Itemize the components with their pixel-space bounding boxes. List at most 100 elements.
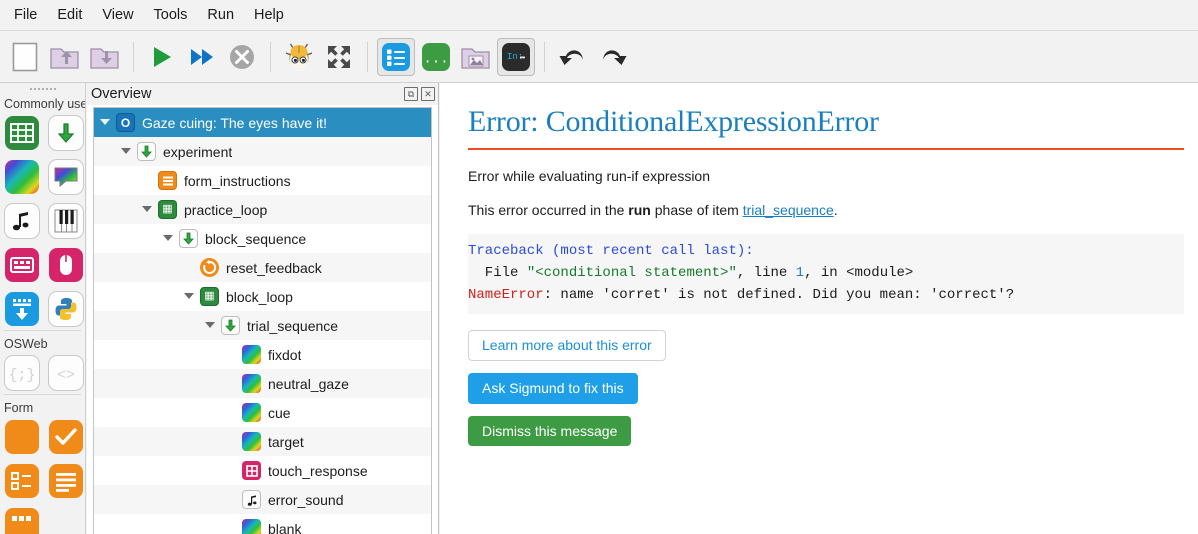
expander-open-icon[interactable] — [121, 146, 132, 157]
debug-button[interactable] — [280, 38, 318, 76]
expand-button[interactable] — [320, 38, 358, 76]
sketchpad-rainbow-icon — [242, 374, 261, 393]
expander-open-icon[interactable] — [100, 117, 111, 128]
new-file-button[interactable] — [6, 38, 44, 76]
palette-item-mouse-response[interactable] — [48, 247, 84, 283]
traceback-exception-type: NameError — [468, 286, 544, 303]
run-in-window-button[interactable] — [183, 38, 221, 76]
tree-item-block-sequence[interactable]: block_sequence — [94, 224, 431, 253]
tree-item-block-loop[interactable]: ▦ block_loop — [94, 282, 431, 311]
palette-group-osweb: {;} <> — [0, 355, 85, 391]
palette-item-form-base[interactable] — [4, 419, 40, 455]
menu-help[interactable]: Help — [244, 4, 294, 27]
file-pool-button[interactable] — [457, 38, 495, 76]
palette-item-logger[interactable] — [4, 291, 40, 327]
green-play-icon — [154, 46, 171, 67]
toggle-overview-button[interactable] — [377, 37, 415, 76]
menu-run[interactable]: Run — [197, 4, 244, 27]
open-file-button[interactable] — [46, 38, 84, 76]
dismiss-message-button[interactable]: Dismiss this message — [468, 415, 632, 447]
stop-button[interactable] — [223, 38, 261, 76]
palette-item-sketchpad[interactable] — [4, 159, 40, 195]
sketchpad-rainbow-icon — [242, 432, 261, 451]
variable-inspector-button[interactable]: [...] — [417, 38, 455, 76]
run-fullscreen-button[interactable] — [143, 38, 181, 76]
palette-item-inline-javascript[interactable]: {;} — [4, 355, 40, 391]
traceback-line-number: 1 — [795, 264, 805, 281]
tree-item-trial-sequence[interactable]: trial_sequence — [94, 311, 431, 340]
undo-arrow-icon — [559, 49, 583, 65]
traceback-line-2-mid: , line — [736, 264, 796, 281]
tree-item-touch-response[interactable]: touch_response — [94, 456, 431, 485]
tree-item-label: neutral_gaze — [268, 375, 349, 392]
opensesame-logo-icon: O — [116, 113, 135, 132]
palette-item-form-multiple-choice[interactable] — [4, 463, 40, 499]
keyboard-icon — [5, 248, 39, 282]
tree-item-reset-feedback[interactable]: reset_feedback — [94, 253, 431, 282]
tree-item-target[interactable]: target — [94, 427, 431, 456]
palette-section-header-osweb: OSWeb — [4, 337, 48, 351]
palette-item-inline-html[interactable]: <> — [48, 355, 84, 391]
svg-text:<>: <> — [57, 367, 75, 384]
logger-download-icon — [5, 292, 39, 326]
error-actions: Learn more about this error Ask Sigmund … — [468, 329, 1184, 447]
expander-open-icon[interactable] — [142, 204, 153, 215]
error-summary: Error while evaluating run-if expression — [468, 168, 710, 184]
palette-item-form-text-input[interactable] — [4, 507, 40, 534]
palette-group-commonly-used — [0, 115, 85, 327]
tree-item-gaze-cuing-the-eyes-have-it[interactable]: O Gaze cuing: The eyes have it! — [94, 108, 431, 137]
palette-divider — [4, 394, 81, 395]
sequence-down-arrow-icon — [221, 316, 240, 335]
traceback-line-1: Traceback (most recent call last): — [468, 243, 754, 259]
context-suffix: . — [833, 202, 838, 218]
opensesame-window: File Edit View Tools Run Help ... In: Co… — [0, 0, 1198, 534]
tree-item-label: block_sequence — [205, 230, 307, 247]
palette-item-feedback[interactable] — [48, 159, 84, 195]
traceback-block: Traceback (most recent call last): File … — [468, 234, 1184, 314]
palette-item-inline-script[interactable] — [48, 291, 84, 327]
console-button[interactable]: In: — [497, 37, 535, 76]
tree-item-practice-loop[interactable]: ▦ practice_loop — [94, 195, 431, 224]
palette-item-form-consent[interactable] — [48, 419, 84, 455]
expander-open-icon[interactable] — [163, 233, 174, 244]
save-file-button[interactable] — [86, 38, 124, 76]
tree-item-form-instructions[interactable]: form_instructions — [94, 166, 431, 195]
tree-item-label: target — [268, 433, 304, 450]
close-panel-icon[interactable]: ✕ — [421, 87, 435, 101]
menu-tools[interactable]: Tools — [144, 4, 198, 27]
palette-drag-handle[interactable] — [0, 83, 85, 95]
overview-tree[interactable]: O Gaze cuing: The eyes have it! experiment… — [93, 107, 432, 534]
palette-group-form — [0, 419, 85, 534]
palette-item-synth[interactable] — [48, 203, 84, 239]
tree-item-neutral-gaze[interactable]: neutral_gaze — [94, 369, 431, 398]
palette-item-loop[interactable] — [4, 115, 40, 151]
tree-item-blank[interactable]: blank — [94, 514, 431, 534]
float-panel-icon[interactable]: ⧉ — [404, 87, 418, 101]
expander-open-icon[interactable] — [205, 320, 216, 331]
menu-file[interactable]: File — [4, 4, 47, 27]
tree-item-label: blank — [268, 520, 302, 534]
redo-button[interactable] — [594, 38, 632, 76]
redo-arrow-icon — [603, 49, 627, 65]
tree-item-label: form_instructions — [184, 172, 291, 189]
toolbar-separator — [367, 41, 368, 72]
palette-item-form-text-display[interactable] — [48, 463, 84, 499]
menu-view[interactable]: View — [92, 4, 143, 27]
ask-sigmund-button[interactable]: Ask Sigmund to fix this — [468, 372, 638, 404]
menu-bar: File Edit View Tools Run Help — [0, 0, 1198, 31]
tree-item-error-sound[interactable]: error_sound — [94, 485, 431, 514]
context-phase: run — [628, 202, 651, 218]
palette-item-sequence[interactable] — [48, 115, 84, 151]
item-link-trial-sequence[interactable]: trial_sequence — [743, 202, 834, 218]
expander-open-icon[interactable] — [184, 291, 195, 302]
menu-edit[interactable]: Edit — [47, 4, 92, 27]
tree-item-experiment[interactable]: experiment — [94, 137, 431, 166]
undo-button[interactable] — [554, 38, 592, 76]
palette-section-header-form: Form — [4, 401, 34, 415]
palette-item-sampler[interactable] — [4, 203, 40, 239]
palette-item-keyboard-response[interactable] — [4, 247, 40, 283]
green-brackets-icon: [...] — [421, 42, 451, 71]
learn-more-button[interactable]: Learn more about this error — [468, 329, 666, 361]
tree-item-cue[interactable]: cue — [94, 398, 431, 427]
tree-item-fixdot[interactable]: fixdot — [94, 340, 431, 369]
